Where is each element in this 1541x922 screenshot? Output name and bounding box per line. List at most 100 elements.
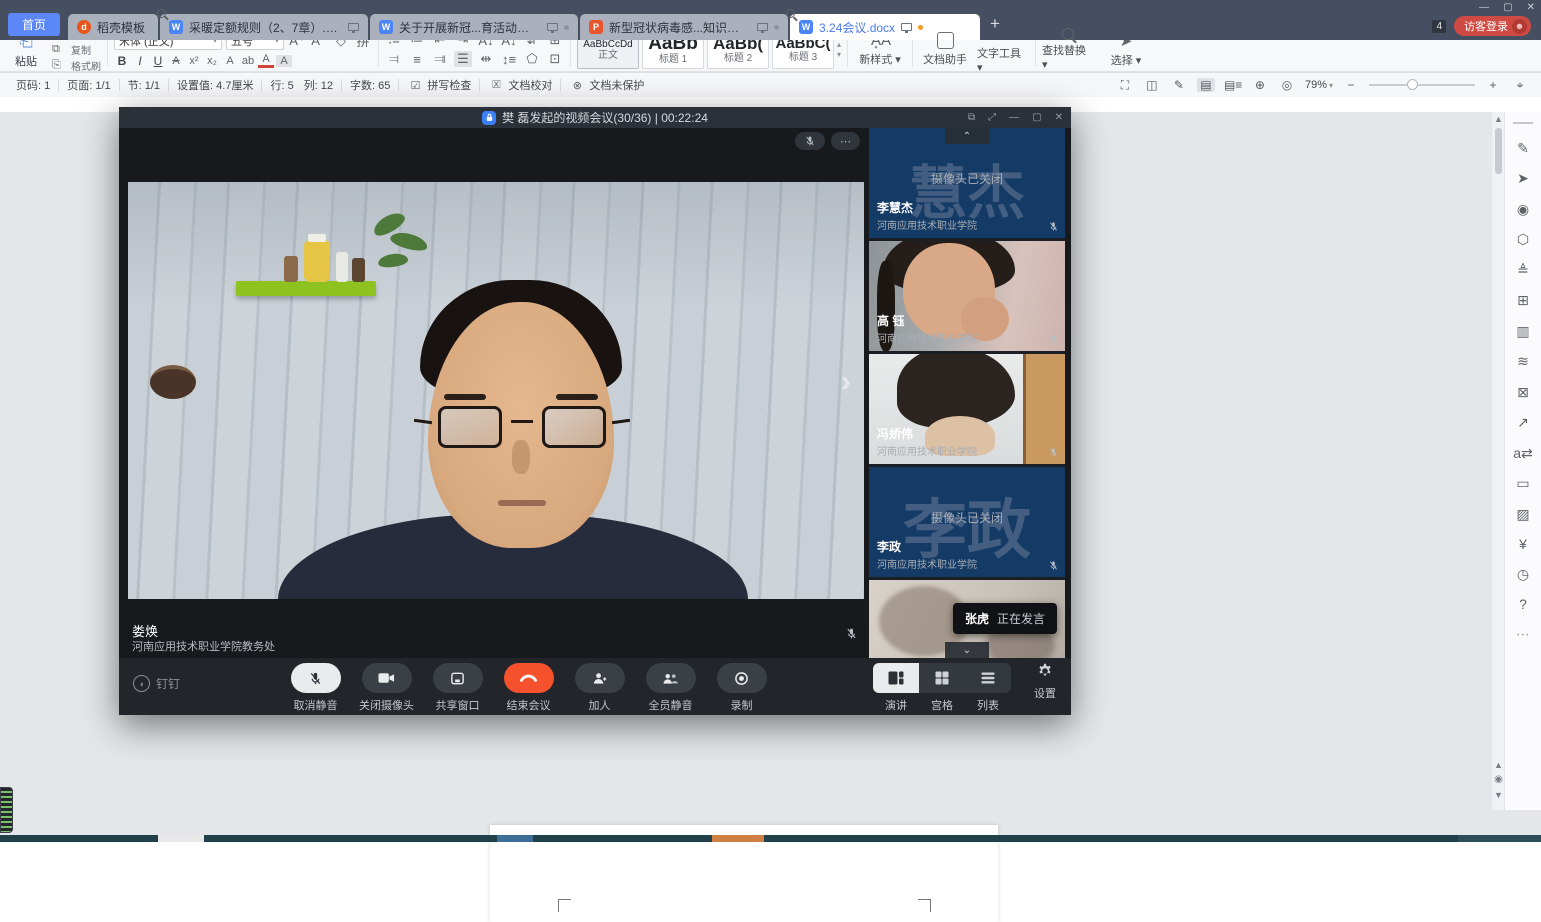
participant-tile-video[interactable]: 高 钰 河南应用技术职业学院 [869,241,1065,351]
participants-scroll-up[interactable]: ⌃ [945,128,989,144]
text-effects-icon[interactable]: A [222,55,238,67]
currency-icon[interactable]: ¥ [1519,536,1527,552]
view-speaker-button[interactable]: 演讲 [873,663,919,713]
superscript-icon[interactable]: x² [186,55,202,67]
translate-icon[interactable]: a⇄ [1513,445,1533,462]
view-list-button[interactable]: 列表 [965,663,1011,713]
rail-handle[interactable] [1513,122,1533,124]
status-page-count: 页面: 1/1 [59,77,118,93]
align-center-icon[interactable]: ≡ [408,52,426,67]
edit-pen-icon[interactable]: ✎ [1517,140,1529,157]
participant-tile-camera-off[interactable]: 李政 摄像头已关闭 李政 河南应用技术职业学院 [869,467,1065,577]
fullscreen-button[interactable]: ⤢ [988,112,996,123]
maximize-button[interactable]: ▢ [1503,2,1512,13]
style-gallery-down[interactable]: ▾ [837,50,841,59]
home-tab[interactable]: 首页 [8,13,60,36]
record-button[interactable]: 录制 [711,663,772,713]
upload-icon[interactable]: ≜ [1517,262,1529,279]
apps-grid-icon[interactable]: ⊞ [1517,292,1529,309]
font-color-icon[interactable]: A [258,53,274,68]
meeting-maximize-button[interactable]: ▢ [1032,112,1041,123]
mute-all-button[interactable]: 全员静音 [640,663,701,713]
spellcheck-button[interactable]: ☑ 拼写检查 [399,77,479,93]
tab-document-2[interactable]: W 关于开展新冠...育活动的通知 [370,14,578,40]
outline-view-icon[interactable]: ▤≡ [1224,78,1242,92]
fullscreen-view-icon[interactable]: ⛶ [1116,78,1134,93]
line-spacing-icon[interactable]: ↕≡ [500,52,518,67]
format-painter-button[interactable]: ⎘格式刷 [52,58,101,73]
tab-document-1[interactable]: W 采暖定额规则（2、7章）.doc [160,14,368,40]
seal-icon[interactable]: ◉ [1517,201,1529,218]
shading-icon[interactable]: ⬠ [523,51,541,67]
read-mode-icon[interactable]: ◫ [1143,78,1161,92]
new-tab-button[interactable]: + [990,14,1000,34]
more-options-button[interactable]: ⋯ [831,132,860,150]
zoom-level-select[interactable]: 79% ▾ [1305,79,1333,91]
help-circle-icon[interactable]: ? [1519,596,1527,612]
borders-icon[interactable]: ⊡ [546,51,564,67]
dingtalk-mini-widget[interactable] [0,787,13,833]
italic-button[interactable]: I [132,54,148,68]
print-layout-icon[interactable]: ▤ [1197,78,1215,92]
camera-off-button[interactable]: 关闭摄像头 [356,663,417,713]
align-right-icon[interactable]: ⫥ [431,51,449,67]
participants-scroll-down[interactable]: ⌄ [945,642,989,658]
align-left-icon[interactable]: ⫤ [385,51,403,67]
zoom-slider[interactable] [1369,84,1475,86]
underline-button[interactable]: U [150,54,166,68]
image-library-icon[interactable]: ⊠ [1517,384,1529,401]
select-cursor-icon[interactable]: ➤ [1517,170,1529,187]
zoom-in-button[interactable]: + [1484,78,1502,92]
bold-button[interactable]: B [114,54,130,68]
shapes-icon[interactable]: ⬡ [1517,231,1529,248]
justify-icon[interactable]: ☰ [454,51,472,67]
zoom-out-button[interactable]: − [1342,78,1360,92]
write-mode-icon[interactable]: ✎ [1170,78,1188,92]
picture-icon[interactable]: ▨ [1516,506,1529,523]
subscript-icon[interactable]: x₂ [204,55,220,67]
card-icon[interactable]: ▭ [1516,475,1529,492]
web-layout-icon[interactable]: ⊕ [1251,78,1269,92]
pip-mode-button[interactable]: ⧉ [968,112,975,123]
panel-collapse-chevron[interactable]: › [841,365,851,399]
add-person-button[interactable]: 加人 [569,663,630,713]
meeting-minimize-button[interactable]: — [1009,112,1019,123]
zoom-slider-thumb[interactable] [1407,79,1418,90]
speaking-tooltip: 张虎正在发言 [953,603,1057,634]
share-window-button[interactable]: 共享窗口 [427,663,488,713]
guest-login-button[interactable]: 访客登录 ☻ [1454,16,1531,36]
export-share-icon[interactable]: ↗ [1517,414,1529,431]
mic-status-button[interactable] [795,132,825,150]
copy-button[interactable]: ⧉复制 [52,42,101,57]
end-meeting-button[interactable]: 结束会议 [498,663,559,713]
scrollbar-thumb[interactable] [1495,128,1502,174]
style-gallery-up[interactable]: ▴ [837,40,841,49]
strikethrough-icon[interactable]: A [168,55,184,67]
chart-icon[interactable]: ▥ [1516,323,1529,340]
window-count-badge[interactable]: 4 [1432,20,1446,33]
highlight-icon[interactable]: ab [240,55,256,67]
status-word-count[interactable]: 字数: 65 [342,77,398,93]
vertical-scrollbar[interactable]: ▲ ▲ ◉ ▼ [1491,112,1504,810]
proofread-button[interactable]: 🗵 文档校对 [480,77,560,93]
more-dots-icon[interactable]: ⋯ [1516,626,1530,643]
view-grid-button[interactable]: 宫格 [919,663,965,713]
close-button[interactable]: ✕ [1527,2,1535,13]
tab-docer-templates[interactable]: d 稻壳模板 [68,14,158,40]
char-shading-icon[interactable]: A [276,55,292,67]
protection-status[interactable]: ⊗ 文档未保护 [561,77,652,93]
os-taskbar[interactable] [0,835,1541,842]
tab-presentation[interactable]: P 新型冠状病毒感...知识培训PPT [580,14,788,40]
history-icon[interactable]: ◷ [1517,566,1529,583]
participant-tile-camera-off[interactable]: 慧杰 摄像头已关闭 李慧杰 河南应用技术职业学院 [869,128,1065,238]
meeting-title-bar[interactable]: 樊 磊发起的视频会议(30/36) | 00:22:24 ⧉ ⤢ — ▢ ✕ [119,107,1071,128]
distribute-icon[interactable]: ⇹ [477,51,495,67]
meeting-close-button[interactable]: ✕ [1055,112,1063,123]
adjust-sliders-icon[interactable]: ≋ [1517,353,1529,370]
minimize-button[interactable]: — [1479,2,1489,13]
meeting-settings-button[interactable]: 设置 [1025,663,1065,701]
fit-page-button[interactable]: ⌖ [1511,78,1529,93]
unmute-button[interactable]: 取消静音 [285,663,346,713]
eye-protect-icon[interactable]: ◎ [1278,78,1296,92]
participant-tile-video[interactable]: 冯娇伟 河南应用技术职业学院 [869,354,1065,464]
